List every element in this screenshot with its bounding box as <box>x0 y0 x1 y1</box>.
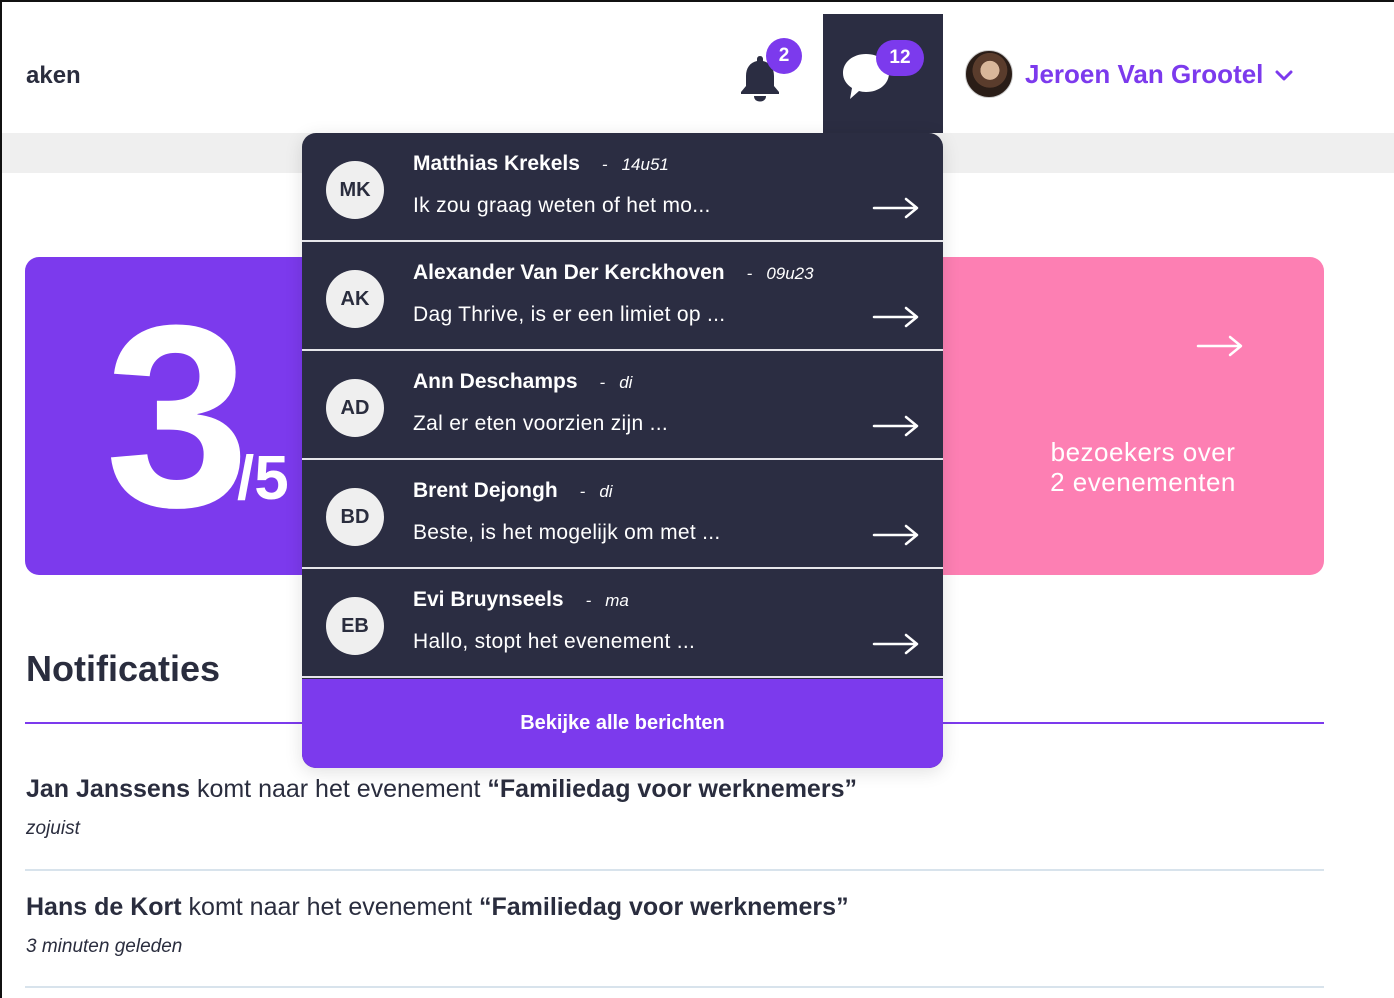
message-separator: - <box>746 264 753 283</box>
notifications-heading: Notificaties <box>26 648 221 689</box>
notification-text: Jan Janssens komt naar het evenement “Fa… <box>26 775 1324 804</box>
user-menu[interactable]: Jeroen Van Grootel <box>965 50 1293 98</box>
message-item[interactable]: EB Evi Bruynseels - ma Hallo, stopt het ev… <box>302 569 943 678</box>
message-time: 14u51 <box>621 155 669 174</box>
notification-time: zojuist <box>26 818 80 839</box>
user-name: Jeroen Van Grootel <box>1025 58 1264 89</box>
notification-event: “Familiedag voor werknemers” <box>478 893 849 921</box>
message-preview: Zal er eten voorzien zijn ... <box>413 412 668 435</box>
message-sender: Alexander Van Der Kerckhoven <box>413 261 725 284</box>
messages-count-badge: 12 <box>876 40 924 76</box>
message-separator: - <box>601 155 608 174</box>
chevron-down-icon <box>1275 70 1293 81</box>
message-preview: Dag Thrive, is er een limiet op ... <box>413 303 726 326</box>
messages-button[interactable] <box>823 14 943 133</box>
message-time: di <box>619 373 633 392</box>
arrow-right-icon[interactable] <box>1196 335 1244 357</box>
message-avatar: AK <box>326 270 384 328</box>
message-preview: Hallo, stopt het evenement ... <box>413 630 696 653</box>
notification-item[interactable]: Jan Janssens komt naar het evenement “Fa… <box>26 775 1324 840</box>
stats-denominator: /5 <box>237 444 289 513</box>
notifications-count-badge: 2 <box>766 38 802 74</box>
visitors-line-1: bezoekers over <box>1050 437 1236 467</box>
top-header: aken 2 12 Jeroen Van Grootel <box>0 0 1394 133</box>
avatar <box>965 50 1013 98</box>
message-sender: Matthias Krekels <box>413 152 580 175</box>
message-header: Matthias Krekels -14u51 <box>413 152 669 176</box>
notification-item[interactable]: Hans de Kort komt naar het evenement “Fa… <box>26 893 1324 958</box>
arrow-right-icon <box>872 524 919 546</box>
notification-divider <box>25 869 1324 871</box>
arrow-right-icon <box>872 633 919 655</box>
message-sender: Evi Bruynseels <box>413 588 564 611</box>
message-header: Alexander Van Der Kerckhoven -09u23 <box>413 261 814 285</box>
stats-card-pink: bezoekers over 2 evenementen <box>880 257 1324 575</box>
notification-person: Hans de Kort <box>26 893 182 921</box>
message-sender: Brent Dejongh <box>413 479 558 502</box>
notification-event: “Familiedag voor werknemers” <box>487 775 857 803</box>
message-item[interactable]: AK Alexander Van Der Kerckhoven -09u23 Da… <box>302 242 943 351</box>
message-separator: - <box>585 591 592 610</box>
message-separator: - <box>599 373 606 392</box>
message-avatar: MK <box>326 161 384 219</box>
message-item[interactable]: MK Matthias Krekels -14u51 Ik zou graag w… <box>302 133 943 242</box>
view-all-messages-button[interactable]: Bekijke alle berichten <box>302 679 943 768</box>
message-preview: Beste, is het mogelijk om met ... <box>413 521 721 544</box>
notification-time: 3 minuten geleden <box>26 936 183 957</box>
message-sender: Ann Deschamps <box>413 370 578 393</box>
message-time: di <box>599 482 613 501</box>
message-header: Brent Dejongh - di <box>413 479 613 503</box>
message-avatar: AD <box>326 379 384 437</box>
stats-number: 3 <box>105 272 250 562</box>
visitors-summary: bezoekers over 2 evenementen <box>1038 437 1248 497</box>
message-header: Evi Bruynseels - ma <box>413 588 629 612</box>
messages-dropdown: MK Matthias Krekels -14u51 Ik zou graag w… <box>302 133 943 768</box>
notification-text: Hans de Kort komt naar het evenement “Fa… <box>26 893 1324 922</box>
message-time: ma <box>605 591 629 610</box>
notification-action: komt naar het evenement <box>181 893 479 921</box>
message-item[interactable]: BD Brent Dejongh - di Beste, is het mogeli… <box>302 460 943 569</box>
message-avatar: BD <box>326 488 384 546</box>
message-header: Ann Deschamps - di <box>413 370 632 394</box>
visitors-line-2: 2 evenementen <box>1050 467 1236 497</box>
notification-person: Jan Janssens <box>26 775 190 803</box>
message-separator: - <box>579 482 586 501</box>
message-time: 09u23 <box>766 264 814 283</box>
notification-action: komt naar het evenement <box>190 775 488 803</box>
arrow-right-icon <box>872 306 919 328</box>
arrow-right-icon <box>872 415 919 437</box>
message-preview: Ik zou graag weten of het mo... <box>413 194 711 217</box>
message-avatar: EB <box>326 597 384 655</box>
page-title: aken <box>26 62 81 89</box>
arrow-right-icon <box>872 197 919 219</box>
notification-divider <box>25 986 1324 988</box>
message-item[interactable]: AD Ann Deschamps - di Zal er eten voorzien… <box>302 351 943 460</box>
